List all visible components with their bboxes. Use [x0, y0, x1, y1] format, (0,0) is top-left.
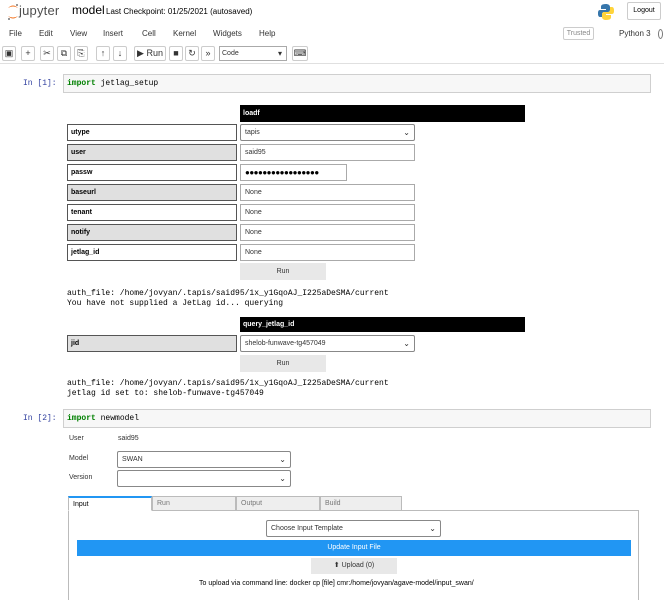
baseurl-label: baseurl — [67, 184, 237, 201]
move-up-icon[interactable]: ↑ — [96, 46, 110, 61]
copy-icon[interactable]: ⧉ — [57, 46, 71, 61]
upload-icon: ⬆ — [333, 562, 340, 569]
user-field[interactable]: said95 — [240, 144, 415, 161]
cell-type-value: Code — [222, 50, 239, 57]
python-logo-icon — [598, 4, 614, 20]
query-jetlag-id-header: query_jetlag_id — [240, 317, 525, 332]
run-button[interactable]: ▶ Run — [134, 46, 166, 61]
jupyter-logo[interactable]: jupyter — [6, 2, 68, 22]
loadf-run-button[interactable]: Run — [240, 263, 326, 280]
kernel-name: Python 3 — [619, 29, 651, 38]
cut-icon[interactable]: ✂ — [40, 46, 54, 61]
jetlag-id-field[interactable]: None — [240, 244, 415, 261]
move-down-icon[interactable]: ↓ — [113, 46, 127, 61]
menu-help[interactable]: Help — [259, 29, 275, 38]
cell2-prompt: In [2]: — [23, 414, 57, 423]
model-value: SWAN — [122, 456, 143, 463]
kernel-idle-icon — [658, 29, 663, 39]
cell1-output2-line2: jetlag id set to: shelob-funwave-tg45704… — [67, 389, 264, 398]
notebook-toolbar: ▣ + ✂ ⧉ ⎘ ↑ ↓ ▶ Run ■ ↻ » Code ▾ ⌨ — [0, 44, 664, 64]
chevron-down-icon: ⌄ — [403, 339, 410, 348]
fast-forward-icon[interactable]: » — [201, 46, 215, 61]
query-run-button[interactable]: Run — [240, 355, 326, 372]
baseurl-field[interactable]: None — [240, 184, 415, 201]
menu-kernel[interactable]: Kernel — [173, 29, 196, 38]
utype-select[interactable]: tapis ⌄ — [240, 124, 415, 141]
paste-icon[interactable]: ⎘ — [74, 46, 88, 61]
checkpoint-status: Last Checkpoint: 01/25/2021 (autosaved) — [106, 7, 253, 16]
tenant-label: tenant — [67, 204, 237, 221]
cell1-input[interactable]: import jetlag_setup — [63, 74, 651, 93]
chevron-down-icon: ⌄ — [279, 455, 286, 464]
version-widget-label: Version — [69, 474, 93, 481]
tab-run[interactable]: Run — [152, 496, 236, 511]
notebook-name[interactable]: model — [72, 3, 105, 17]
cell1-output2-line1: auth_file: /home/jovyan/.tapis/said95/1x… — [67, 379, 389, 388]
update-input-file-button[interactable]: Update Input File — [77, 540, 631, 556]
stop-icon[interactable]: ■ — [169, 46, 183, 61]
menu-cell[interactable]: Cell — [142, 29, 156, 38]
tab-build[interactable]: Build — [320, 496, 402, 511]
jid-value: shelob-funwave-tg457049 — [245, 340, 326, 347]
menu-view[interactable]: View — [70, 29, 87, 38]
jid-select[interactable]: shelob-funwave-tg457049 ⌄ — [240, 335, 415, 352]
jetlag-id-label: jetlag_id — [67, 244, 237, 261]
jupyter-logo-icon — [8, 4, 18, 20]
chevron-down-icon: ⌄ — [403, 128, 410, 137]
utype-label: utype — [67, 124, 237, 141]
notify-label: notify — [67, 224, 237, 241]
upload-button[interactable]: ⬆ Upload (0) — [311, 558, 397, 574]
template-select-value: Choose Input Template — [271, 525, 343, 532]
run-label: Run — [146, 48, 163, 58]
logo-text: jupyter — [19, 3, 60, 18]
logout-button[interactable]: Logout — [627, 2, 661, 20]
notify-field[interactable]: None — [240, 224, 415, 241]
menu-widgets[interactable]: Widgets — [213, 29, 242, 38]
tab-output[interactable]: Output — [236, 496, 320, 511]
add-cell-icon[interactable]: + — [21, 46, 35, 61]
menu-edit[interactable]: Edit — [39, 29, 53, 38]
cell1-prompt: In [1]: — [23, 79, 57, 88]
passw-field[interactable]: ●●●●●●●●●●●●●●●●● — [240, 164, 347, 181]
user-widget-value: said95 — [118, 435, 139, 442]
version-select[interactable]: ⌄ — [117, 470, 291, 487]
restart-icon[interactable]: ↻ — [185, 46, 199, 61]
utype-value: tapis — [245, 129, 260, 136]
menu-file[interactable]: File — [9, 29, 22, 38]
chevron-down-icon: ⌄ — [429, 524, 436, 533]
upload-label: Upload (0) — [341, 562, 375, 569]
upload-cmd-hint: To upload via command line: docker cp [f… — [199, 580, 474, 587]
jid-label: jid — [67, 335, 237, 352]
passw-label: passw — [67, 164, 237, 181]
tab-input[interactable]: Input — [68, 496, 152, 511]
cell1-output1-line2: You have not supplied a JetLag id... que… — [67, 299, 284, 308]
cell1-module: jetlag_setup — [100, 79, 159, 88]
notebook-header: jupyter model Last Checkpoint: 01/25/202… — [0, 0, 664, 24]
save-icon[interactable]: ▣ — [2, 46, 16, 61]
tenant-field[interactable]: None — [240, 204, 415, 221]
loadf-header: loadf — [240, 105, 525, 122]
trusted-indicator[interactable]: Trusted — [563, 27, 594, 40]
cell2-input[interactable]: import newmodel — [63, 409, 651, 428]
cell1-keyword: import — [67, 79, 96, 88]
model-select[interactable]: SWAN ⌄ — [117, 451, 291, 468]
chevron-down-icon: ⌄ — [279, 474, 286, 483]
cell1-output1-line1: auth_file: /home/jovyan/.tapis/said95/1x… — [67, 289, 389, 298]
user-widget-label: User — [69, 435, 84, 442]
cell2-module: newmodel — [100, 414, 140, 423]
menu-insert[interactable]: Insert — [103, 29, 123, 38]
template-select[interactable]: Choose Input Template ⌄ — [266, 520, 441, 537]
user-label: user — [67, 144, 237, 161]
model-widget-label: Model — [69, 455, 89, 462]
keyboard-icon[interactable]: ⌨ — [292, 46, 308, 61]
cell-type-select[interactable]: Code ▾ — [219, 46, 287, 61]
cell2-keyword: import — [67, 414, 96, 423]
run-icon: ▶ — [137, 48, 144, 58]
chevron-down-icon: ▾ — [277, 49, 282, 58]
